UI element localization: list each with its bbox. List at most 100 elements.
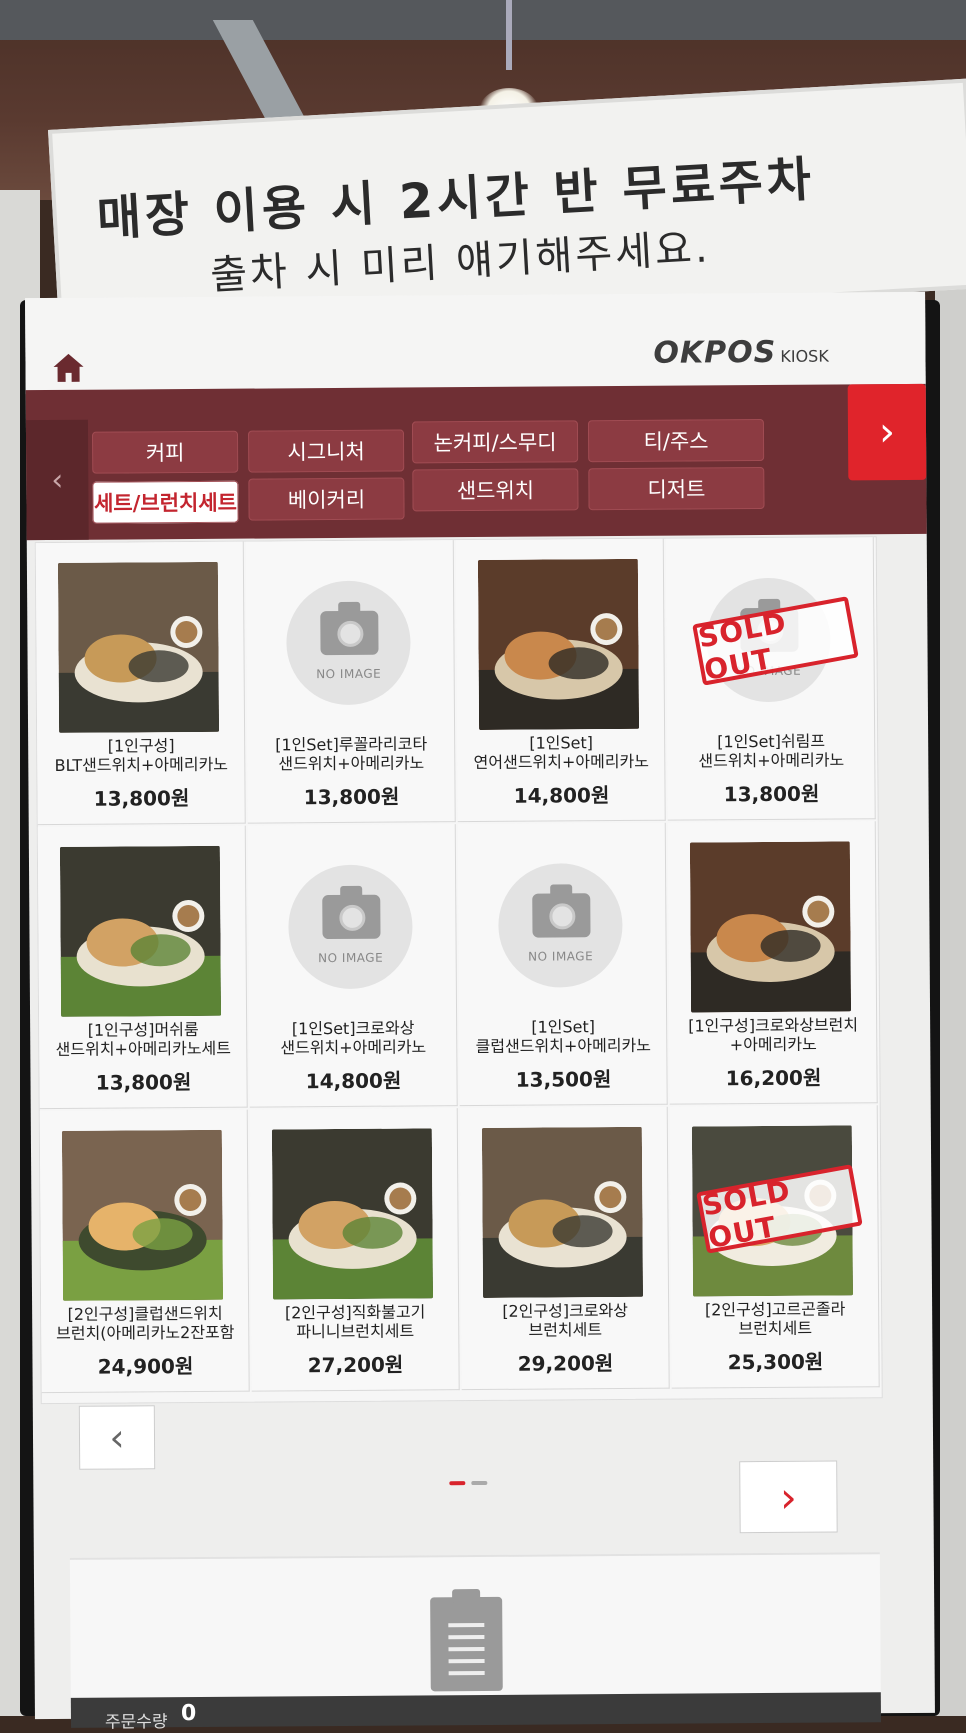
menu-item[interactable]: [2인구성]클럽샌드위치 브런치(아메리카노2잔포함 24,900원 xyxy=(39,1109,250,1394)
category-tab[interactable]: 샌드위치 xyxy=(412,468,579,512)
food-image xyxy=(271,1128,434,1300)
item-photo xyxy=(689,841,852,1013)
item-name-line-2: 샌드위치+아메리카노세트 xyxy=(55,1038,232,1059)
no-image-label: NO IMAGE xyxy=(316,666,382,682)
item-price: 14,800원 xyxy=(305,1068,402,1094)
item-name: [2인구성]크로와상 브런치세트 xyxy=(461,1301,669,1340)
no-image-label: NO IMAGE xyxy=(318,950,384,966)
category-tab[interactable]: 세트/브런치세트 xyxy=(92,480,239,524)
ceiling-beam xyxy=(0,0,966,40)
item-photo xyxy=(271,1128,434,1300)
category-tab[interactable]: 커피 xyxy=(91,430,239,474)
item-name: [1인구성]머쉬룸 샌드위치+아메리카노세트 xyxy=(39,1020,247,1059)
category-prev-button[interactable]: ‹ xyxy=(25,419,89,541)
item-name-line-1: [2인구성]클럽샌드위치 xyxy=(67,1303,223,1324)
item-name-line-1: [1인Set]루꼴라리코타 xyxy=(275,734,428,755)
food-image xyxy=(61,1129,224,1301)
brand-name: OKPOS xyxy=(653,334,777,371)
item-photo xyxy=(477,558,640,730)
no-image-label: NO IMAGE xyxy=(528,949,594,964)
item-name-line-1: [1인Set]크로와상 xyxy=(291,1018,415,1039)
item-name-line-1: [1인Set] xyxy=(531,1017,596,1037)
item-name-line-2: 브런치세트 xyxy=(738,1318,813,1339)
category-tab[interactable]: 티/주스 xyxy=(587,419,765,463)
food-image xyxy=(59,845,222,1017)
item-name-line-2: BLT샌드위치+아메리카노 xyxy=(54,754,229,775)
menu-item[interactable]: [2인구성]직화불고기 파니니브런치세트 27,200원 xyxy=(249,1108,460,1392)
menu-item[interactable]: NO IMAGE [1인Set]크로와상 샌드위치+아메리카노 14,800원 xyxy=(247,824,458,1108)
item-name-line-2: 파니니브런치세트 xyxy=(296,1321,415,1342)
category-tab[interactable]: 시그니처 xyxy=(247,429,405,473)
item-name: [1인Set] 연어샌드위치+아메리카노 xyxy=(457,733,665,772)
item-price: 27,200원 xyxy=(307,1352,404,1378)
item-photo xyxy=(59,845,222,1017)
chevron-left-icon: ‹ xyxy=(51,462,64,498)
item-price: 14,800원 xyxy=(513,783,610,808)
kiosk-screen: OKPOS KIOSK ‹ › 커피 시그니처 논커피/스무디 티/주스세트/브런치세트… xyxy=(25,291,935,1733)
camera-icon xyxy=(532,893,591,938)
food-image xyxy=(57,561,220,733)
menu-item[interactable]: [1인구성]크로와상브런치 +아메리카노 16,200원 xyxy=(667,821,878,1105)
category-bar: ‹ › 커피 시그니처 논커피/스무디 티/주스세트/브런치세트 베이커리 샌드위치 디저트 xyxy=(25,383,927,541)
menu-item[interactable]: [1인Set] 연어샌드위치+아메리카노 14,800원 xyxy=(455,538,666,823)
item-price: 13,800원 xyxy=(95,1070,192,1095)
menu-item[interactable]: NO IMAGESOLD OUT[1인Set]쉬림프샌드위치+아메리카노13,8… xyxy=(665,537,876,821)
item-price: 29,200원 xyxy=(517,1351,614,1376)
item-price: 13,500원 xyxy=(515,1067,612,1092)
item-name-line-1: [1인구성]크로와상브런치 xyxy=(688,1015,859,1036)
category-next-button[interactable]: › xyxy=(847,383,927,481)
menu-item[interactable]: NO IMAGE [1인Set] 클럽샌드위치+아메리카노 13,500원 xyxy=(457,822,668,1107)
menu-grid: [1인구성] BLT샌드위치+아메리카노 13,800원 NO IMAGE [1인Set… xyxy=(34,536,883,1405)
item-name-line-2: 브런치(아메리카노2잔포함 xyxy=(56,1322,235,1343)
clipboard-icon xyxy=(430,1596,503,1692)
item-name: [2인구성]고르곤졸라 브런치세트 xyxy=(671,1299,879,1338)
category-tab[interactable]: 논커피/스무디 xyxy=(411,420,579,464)
camera-icon xyxy=(320,610,379,656)
menu-item[interactable]: NO IMAGE [1인Set]루꼴라리코타 샌드위치+아메리카노 13,800원 xyxy=(245,540,456,824)
order-qty-value: 0 xyxy=(180,1700,197,1727)
chevron-left-icon: ‹ xyxy=(109,1415,125,1460)
pagination: ‹ › xyxy=(78,1400,876,1546)
chevron-right-icon: › xyxy=(779,1472,797,1522)
item-name: [1인Set] 클럽샌드위치+아메리카노 xyxy=(459,1017,667,1056)
top-bar: OKPOS KIOSK xyxy=(25,291,926,395)
item-name-line-1: [1인구성]머쉬룸 xyxy=(87,1019,199,1040)
item-name-line-2: 브런치세트 xyxy=(528,1320,603,1340)
menu-item[interactable]: [2인구성]크로와상 브런치세트 29,200원 xyxy=(459,1106,670,1391)
item-price: 13,800원 xyxy=(303,784,400,810)
item-name-line-2: 샌드위치+아메리카노 xyxy=(278,753,425,774)
page-prev-button[interactable]: ‹ xyxy=(78,1405,156,1470)
okpos-logo: OKPOS KIOSK xyxy=(653,335,829,371)
menu-item[interactable]: SOLD OUT [2인구성]고르곤졸라 브런치세트 25,300원 xyxy=(669,1105,880,1389)
page-next-button[interactable]: › xyxy=(739,1460,838,1534)
category-tab[interactable]: 베이커리 xyxy=(248,477,405,521)
item-name: [1인구성] BLT샌드위치+아메리카노 xyxy=(37,736,245,775)
food-image xyxy=(481,1126,644,1298)
item-name-line-2: 클럽샌드위치+아메리카노 xyxy=(475,1035,652,1057)
item-name-line-1: [2인구성]크로와상 xyxy=(502,1300,629,1321)
page-indicator-active xyxy=(449,1481,466,1486)
menu-item[interactable]: [1인구성]머쉬룸 샌드위치+아메리카노세트 13,800원 xyxy=(37,825,248,1110)
item-photo xyxy=(481,1126,644,1298)
food-image xyxy=(689,841,852,1013)
menu-item[interactable]: [1인구성] BLT샌드위치+아메리카노 13,800원 xyxy=(35,541,246,826)
item-name: [2인구성]클럽샌드위치 브런치(아메리카노2잔포함 xyxy=(41,1304,249,1343)
item-price: 25,300원 xyxy=(727,1349,824,1375)
item-photo xyxy=(61,1129,224,1301)
item-name: [1인Set]크로와상 샌드위치+아메리카노 xyxy=(249,1018,457,1057)
item-name-line-2: 샌드위치+아메리카노 xyxy=(698,750,845,771)
food-image xyxy=(477,558,640,730)
order-qty-label: 주문수량 xyxy=(104,1712,168,1733)
item-name: [1인Set]쉬림프 샌드위치+아메리카노 xyxy=(667,731,875,771)
item-name-line-1: [1인구성] xyxy=(107,736,175,756)
item-name-line-1: [1인Set]쉬림프 xyxy=(717,731,826,752)
item-name-line-1: [1인Set] xyxy=(529,733,594,753)
item-name-line-2: 연어샌드위치+아메리카노 xyxy=(473,751,650,773)
item-name-line-1: [2인구성]직화불고기 xyxy=(284,1302,426,1323)
item-price: 13,800원 xyxy=(723,781,820,807)
page-indicator xyxy=(471,1480,488,1486)
brand-sub: KIOSK xyxy=(780,346,829,366)
category-tab[interactable]: 디저트 xyxy=(588,467,765,511)
home-icon[interactable] xyxy=(51,351,85,385)
item-price: 13,800원 xyxy=(93,786,190,811)
